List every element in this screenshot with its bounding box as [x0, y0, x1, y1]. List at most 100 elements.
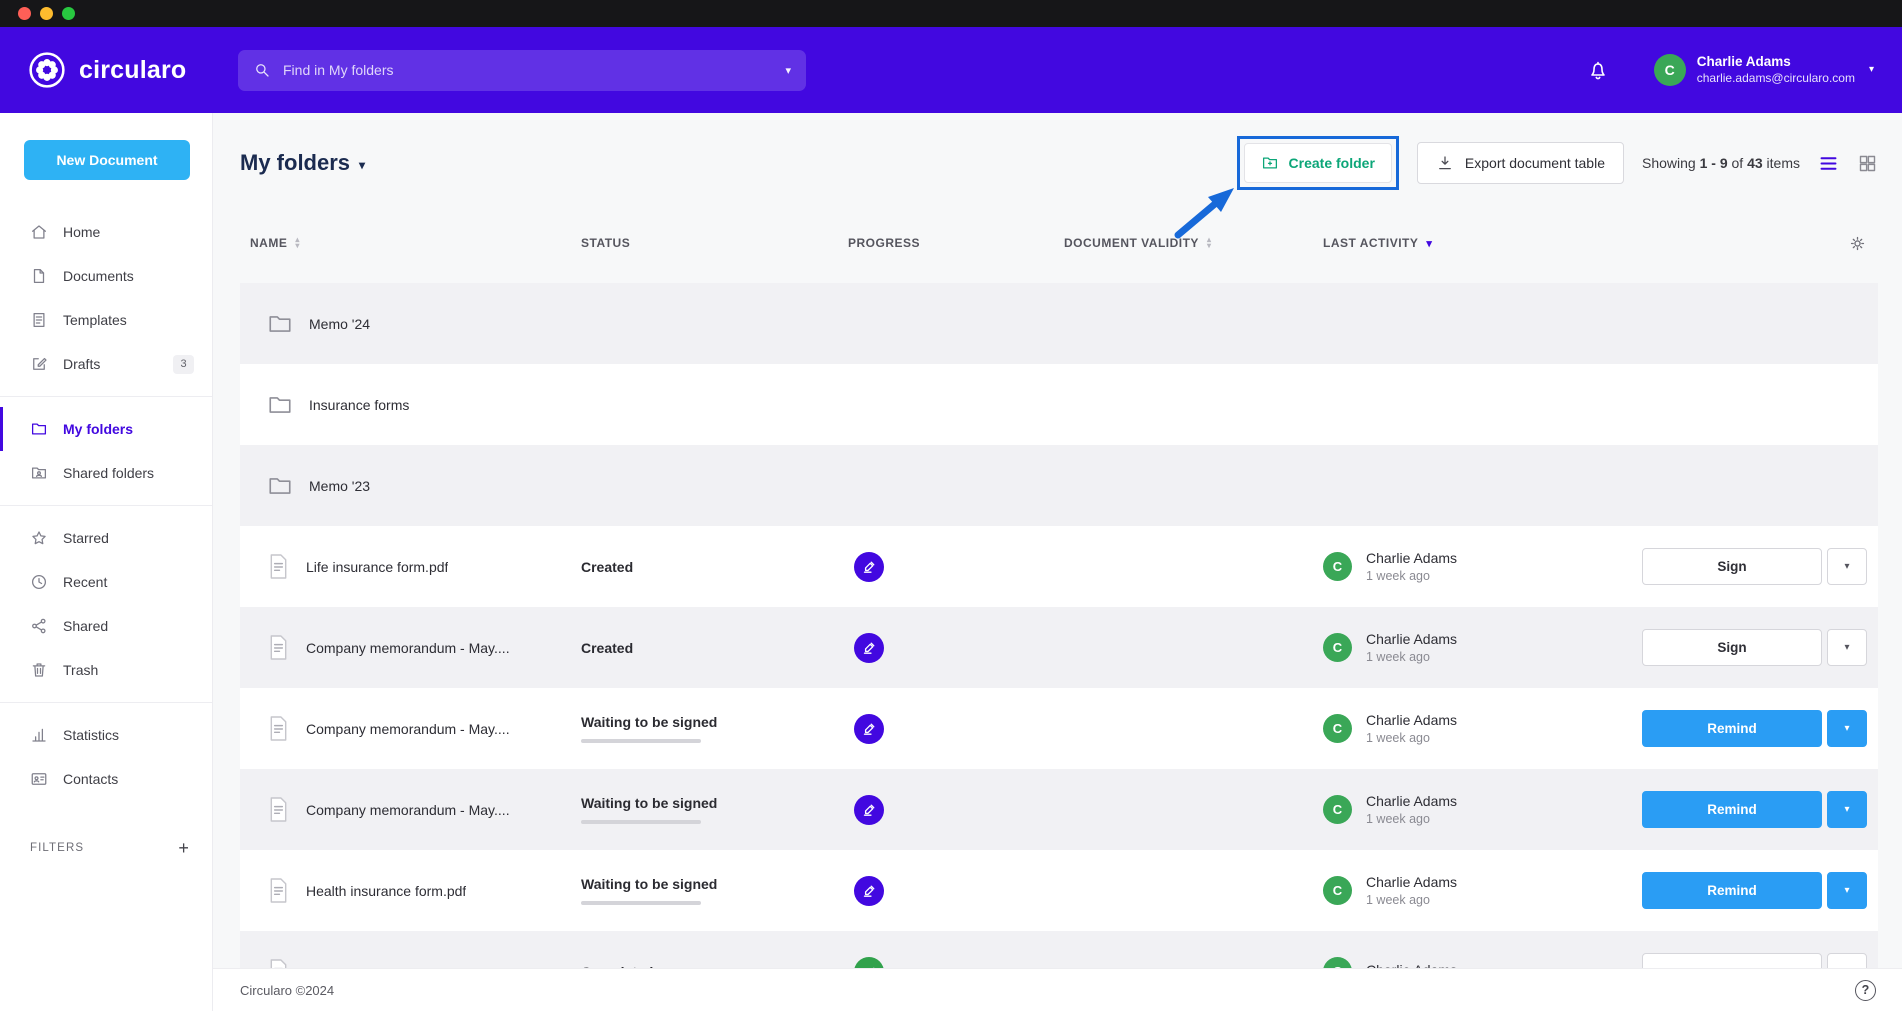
window-titlebar	[0, 0, 1902, 27]
sidebar-item-my-folders[interactable]: My folders	[0, 407, 212, 451]
table-header-actions	[1578, 234, 1878, 253]
table-row[interactable]: Memo '23	[240, 445, 1878, 526]
drafts-count-badge: 3	[173, 355, 194, 374]
statistics-icon	[30, 726, 48, 744]
sidebar-item-drafts[interactable]: Drafts 3	[0, 342, 212, 386]
table-row[interactable]: Company memorandum - May....CreatedCChar…	[240, 607, 1878, 688]
contacts-icon	[30, 770, 48, 788]
app-header: circularo ▾ C Charlie Adams charlie.adam…	[0, 27, 1902, 113]
copyright-text: Circularo ©2024	[240, 983, 334, 998]
table-row[interactable]: CompletedCCharlie Adams▾	[240, 931, 1878, 968]
table-header: NAME ▴▾ STATUS PROGRESS DOCUMENT VALIDIT…	[240, 223, 1878, 263]
sidebar-item-statistics[interactable]: Statistics	[0, 713, 212, 757]
table-settings-gear-icon[interactable]	[1848, 234, 1867, 253]
sort-desc-icon[interactable]: ▾	[1426, 237, 1432, 250]
user-name: Charlie Adams	[1697, 53, 1855, 71]
user-menu[interactable]: C Charlie Adams charlie.adams@circularo.…	[1654, 53, 1874, 86]
table-row[interactable]: Insurance forms	[240, 364, 1878, 445]
items-total: 43	[1747, 155, 1763, 171]
progress-complete-badge	[854, 957, 884, 969]
folder-plus-icon	[1261, 154, 1279, 172]
chevron-down-icon: ▾	[1844, 885, 1849, 896]
progress-signature-badge	[854, 795, 884, 825]
sidebar-item-recent[interactable]: Recent	[0, 560, 212, 604]
window-minimize-button[interactable]	[40, 7, 53, 20]
grid-view-icon[interactable]	[1857, 153, 1878, 174]
remind-button[interactable]: Remind	[1642, 710, 1822, 747]
row-name: Life insurance form.pdf	[306, 559, 448, 575]
status-text: Created	[581, 640, 633, 656]
filters-section[interactable]: FILTERS +	[0, 839, 212, 857]
activity-user-name: Charlie Adams	[1366, 874, 1457, 890]
row-name: Health insurance form.pdf	[306, 883, 466, 899]
search-bar[interactable]: ▾	[238, 50, 806, 91]
table-row[interactable]: Company memorandum - May....Waiting to b…	[240, 688, 1878, 769]
sidebar-item-documents[interactable]: Documents	[0, 254, 212, 298]
annotation-highlight-box: Create folder	[1237, 136, 1399, 190]
add-filter-icon[interactable]: +	[178, 839, 190, 857]
help-icon[interactable]: ?	[1855, 980, 1876, 1001]
status-progress-bar	[581, 739, 701, 743]
table-row[interactable]: Life insurance form.pdfCreatedCCharlie A…	[240, 526, 1878, 607]
trash-icon	[30, 661, 48, 679]
user-avatar: C	[1323, 957, 1352, 968]
remind-button[interactable]: Remind	[1642, 872, 1822, 909]
action-button[interactable]	[1642, 953, 1822, 968]
sign-button[interactable]: Sign	[1642, 629, 1822, 666]
sidebar-item-templates[interactable]: Templates	[0, 298, 212, 342]
chevron-down-icon: ▾	[1844, 642, 1849, 653]
create-folder-button[interactable]: Create folder	[1244, 143, 1392, 183]
action-dropdown-button[interactable]: ▾	[1827, 548, 1867, 585]
brand-logo[interactable]: circularo	[28, 51, 210, 89]
chevron-down-icon: ▾	[1844, 723, 1849, 734]
sidebar-item-shared-folders[interactable]: Shared folders	[0, 451, 212, 495]
row-name: Memo '23	[309, 478, 370, 494]
table-row[interactable]: Memo '24	[240, 283, 1878, 364]
action-dropdown-button[interactable]: ▾	[1827, 872, 1867, 909]
search-input[interactable]	[283, 62, 773, 78]
action-dropdown-button[interactable]: ▾	[1827, 953, 1867, 968]
activity-time: 1 week ago	[1366, 731, 1457, 745]
sort-icon[interactable]: ▴▾	[1207, 237, 1212, 250]
sidebar-divider	[0, 396, 212, 397]
sort-icon[interactable]: ▴▾	[295, 237, 300, 250]
download-icon	[1436, 154, 1454, 172]
page-title[interactable]: My folders ▾	[240, 150, 365, 176]
filters-label: FILTERS	[30, 842, 84, 854]
sidebar-item-starred[interactable]: Starred	[0, 516, 212, 560]
column-header-validity[interactable]: DOCUMENT VALIDITY ▴▾	[1064, 236, 1323, 250]
search-dropdown-caret-icon[interactable]: ▾	[773, 64, 791, 77]
folder-icon	[267, 311, 293, 337]
sidebar-item-trash[interactable]: Trash	[0, 648, 212, 692]
remind-button[interactable]: Remind	[1642, 791, 1822, 828]
sidebar-item-shared[interactable]: Shared	[0, 604, 212, 648]
notifications-bell-icon[interactable]	[1586, 58, 1610, 82]
action-dropdown-button[interactable]: ▾	[1827, 791, 1867, 828]
sidebar-item-label: Drafts	[63, 356, 100, 372]
draft-icon	[30, 355, 48, 373]
user-avatar: C	[1323, 876, 1352, 905]
window-close-button[interactable]	[18, 7, 31, 20]
action-dropdown-button[interactable]: ▾	[1827, 629, 1867, 666]
list-view-icon[interactable]	[1818, 153, 1839, 174]
table-row[interactable]: Health insurance form.pdf Waiting to be s…	[240, 850, 1878, 931]
sidebar-item-contacts[interactable]: Contacts	[0, 757, 212, 801]
column-header-activity[interactable]: LAST ACTIVITY ▾	[1323, 236, 1578, 250]
sidebar-item-label: Shared folders	[63, 465, 154, 481]
table-row[interactable]: Company memorandum - May....Waiting to b…	[240, 769, 1878, 850]
activity-user-name: Charlie Adams	[1366, 550, 1457, 566]
action-dropdown-button[interactable]: ▾	[1827, 710, 1867, 747]
sign-button[interactable]: Sign	[1642, 548, 1822, 585]
export-document-table-button[interactable]: Export document table	[1417, 142, 1624, 184]
sidebar-item-home[interactable]: Home	[0, 210, 212, 254]
new-document-button[interactable]: New Document	[24, 140, 190, 180]
window-zoom-button[interactable]	[62, 7, 75, 20]
status-text: Waiting to be signed	[581, 876, 717, 892]
column-header-name[interactable]: NAME ▴▾	[240, 236, 581, 250]
column-header-progress[interactable]: PROGRESS	[848, 236, 1064, 250]
progress-signature-badge	[854, 714, 884, 744]
search-icon	[253, 61, 271, 79]
user-avatar: C	[1654, 54, 1686, 86]
sidebar-item-label: Home	[63, 224, 100, 240]
column-header-status[interactable]: STATUS	[581, 236, 848, 250]
